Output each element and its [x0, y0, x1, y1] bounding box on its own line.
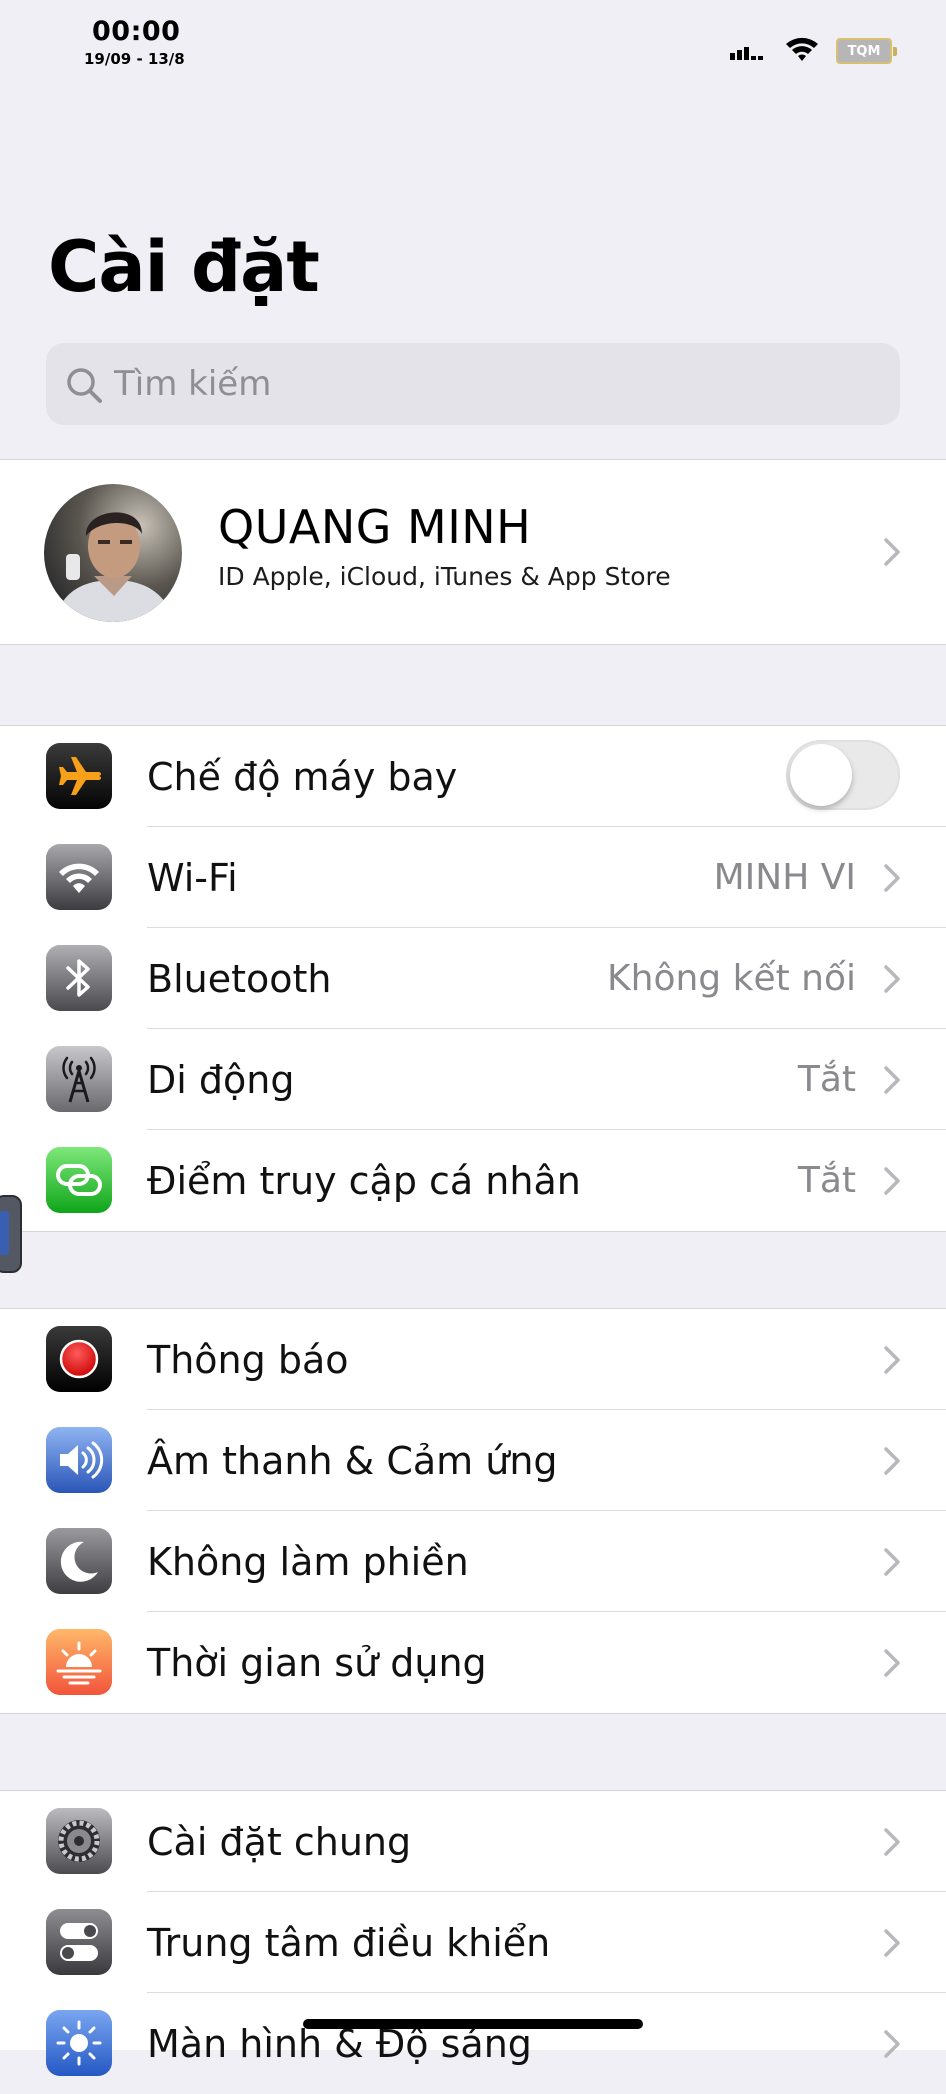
wifi-icon — [46, 844, 112, 910]
bluetooth-label: Bluetooth — [147, 956, 332, 1001]
battery-icon: TQM — [836, 38, 897, 64]
sounds-row[interactable]: Âm thanh & Cảm ứng — [0, 1410, 946, 1511]
notifications-icon — [46, 1326, 112, 1392]
chevron-right-icon — [884, 1447, 900, 1475]
chevron-right-icon — [884, 538, 900, 566]
toggle-knob — [790, 744, 852, 806]
home-indicator[interactable] — [303, 2019, 643, 2029]
chevron-right-icon — [884, 1649, 900, 1677]
chevron-right-icon — [884, 864, 900, 892]
notifications-group: Thông báo Âm thanh & Cảm ứng Không làm p… — [0, 1308, 946, 1714]
wifi-value: MINH VI — [713, 857, 856, 898]
search-icon — [67, 368, 102, 403]
bluetooth-value: Không kết nối — [607, 958, 856, 999]
connectivity-group: Chế độ máy bay Wi-Fi MINH VI Bluetooth K… — [0, 725, 946, 1232]
chevron-right-icon — [884, 965, 900, 993]
general-settings-row[interactable]: Cài đặt chung — [0, 1791, 946, 1892]
cellular-value: Tắt — [797, 1059, 856, 1100]
control-center-label: Trung tâm điều khiển — [147, 1920, 551, 1965]
status-time: 00:00 — [92, 16, 181, 47]
chevron-right-icon — [884, 1346, 900, 1374]
do-not-disturb-row[interactable]: Không làm phiền — [0, 1511, 946, 1612]
wifi-label: Wi-Fi — [147, 855, 238, 900]
battery-label: TQM — [838, 40, 890, 62]
cellular-signal-icon — [730, 47, 763, 60]
chevron-right-icon — [884, 1167, 900, 1195]
chevron-right-icon — [884, 2030, 900, 2058]
chevron-right-icon — [884, 1828, 900, 1856]
profile-subtitle: ID Apple, iCloud, iTunes & App Store — [218, 562, 671, 591]
chevron-right-icon — [884, 1929, 900, 1957]
notifications-label: Thông báo — [147, 1337, 349, 1382]
sunset-icon — [46, 1629, 112, 1695]
screen-time-row[interactable]: Thời gian sử dụng — [0, 1612, 946, 1713]
notifications-row[interactable]: Thông báo — [0, 1309, 946, 1410]
wifi-row[interactable]: Wi-Fi MINH VI — [0, 827, 946, 928]
bluetooth-row[interactable]: Bluetooth Không kết nối — [0, 928, 946, 1029]
moon-icon — [46, 1528, 112, 1594]
search-placeholder: Tìm kiếm — [114, 364, 272, 404]
control-center-row[interactable]: Trung tâm điều khiển — [0, 1892, 946, 1993]
airplane-icon — [46, 743, 112, 809]
apple-id-row[interactable]: QUANG MINH ID Apple, iCloud, iTunes & Ap… — [0, 460, 946, 644]
personal-hotspot-row[interactable]: Điểm truy cập cá nhân Tắt — [0, 1130, 946, 1231]
page-title: Cài đặt — [48, 226, 320, 308]
sounds-label: Âm thanh & Cảm ứng — [147, 1438, 558, 1483]
airplane-mode-label: Chế độ máy bay — [147, 754, 458, 799]
general-group: Cài đặt chung Trung tâm điều khiển Màn h… — [0, 1790, 946, 2076]
do-not-disturb-label: Không làm phiền — [147, 1539, 469, 1584]
avatar — [44, 484, 182, 622]
hotspot-label: Điểm truy cập cá nhân — [147, 1158, 581, 1203]
airplane-mode-toggle[interactable] — [786, 740, 900, 810]
hotspot-value: Tắt — [797, 1160, 856, 1201]
cellular-row[interactable]: Di động Tắt — [0, 1029, 946, 1130]
switches-icon — [46, 1909, 112, 1975]
chevron-right-icon — [884, 1548, 900, 1576]
floating-side-tab[interactable] — [0, 1195, 22, 1273]
display-brightness-label: Màn hình & Độ sáng — [147, 2021, 532, 2066]
bluetooth-icon — [46, 945, 112, 1011]
profile-group: QUANG MINH ID Apple, iCloud, iTunes & Ap… — [0, 459, 946, 645]
chevron-right-icon — [884, 1066, 900, 1094]
search-input[interactable]: Tìm kiếm — [46, 343, 900, 425]
display-brightness-row[interactable]: Màn hình & Độ sáng — [0, 1993, 946, 2094]
screen-time-label: Thời gian sử dụng — [147, 1640, 487, 1685]
cellular-antenna-icon — [46, 1046, 112, 1112]
general-settings-label: Cài đặt chung — [147, 1819, 412, 1864]
gear-icon — [46, 1808, 112, 1874]
brightness-icon — [46, 2010, 112, 2076]
hotspot-icon — [46, 1147, 112, 1213]
cellular-label: Di động — [147, 1057, 295, 1102]
speaker-icon — [46, 1427, 112, 1493]
profile-name: QUANG MINH — [218, 500, 532, 554]
status-date: 19/09 - 13/8 — [84, 50, 185, 68]
wifi-status-icon — [786, 37, 818, 61]
status-bar: 00:00 19/09 - 13/8 TQM — [0, 0, 946, 90]
airplane-mode-row[interactable]: Chế độ máy bay — [0, 726, 946, 827]
